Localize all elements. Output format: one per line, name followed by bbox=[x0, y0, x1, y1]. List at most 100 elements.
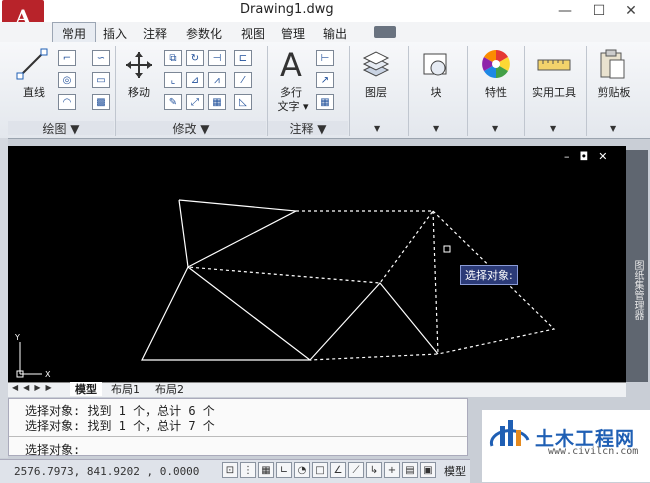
previous-layout-icon[interactable]: ◀ bbox=[23, 383, 29, 392]
next-layout-icon[interactable]: ▶ bbox=[34, 383, 40, 392]
arc-icon[interactable]: ◠ bbox=[58, 94, 76, 110]
chevron-down-icon[interactable]: ▼ bbox=[433, 124, 439, 133]
line-tool-label: 直线 bbox=[23, 86, 45, 99]
rectangle-icon[interactable]: ▭ bbox=[92, 72, 110, 88]
ucs-x-label: X bbox=[45, 370, 51, 379]
cursor-coordinates[interactable]: 2576.7973, 841.9202 , 0.0000 bbox=[14, 465, 199, 478]
snap-mode-icon[interactable]: ⋮ bbox=[240, 462, 256, 478]
infer-constraints-icon[interactable]: ⊡ bbox=[222, 462, 238, 478]
panel-divider bbox=[467, 46, 468, 136]
command-window: 选择对象: 找到 1 个，总计 6 个 选择对象: 找到 1 个，总计 7 个 … bbox=[8, 398, 468, 458]
viewport-minimize-button[interactable]: – bbox=[564, 150, 570, 163]
circle-icon[interactable]: ◎ bbox=[58, 72, 76, 88]
solid-polyline bbox=[141, 266, 312, 361]
dynamic-input-tooltip: 选择对象: bbox=[460, 265, 518, 285]
modify-panel-label[interactable]: 修改 ▼ bbox=[116, 121, 266, 136]
scale-icon[interactable]: ⤢ bbox=[186, 94, 204, 110]
clipboard-button[interactable] bbox=[598, 48, 628, 80]
move-tool-button[interactable] bbox=[122, 50, 156, 84]
last-layout-icon[interactable]: ▶ bbox=[45, 383, 51, 392]
tab-annotate[interactable]: 注释 bbox=[138, 24, 172, 42]
tab-output[interactable]: 输出 bbox=[318, 24, 352, 42]
properties-button[interactable] bbox=[480, 48, 512, 80]
command-divider bbox=[9, 436, 467, 437]
rotate-icon[interactable]: ↻ bbox=[186, 50, 204, 66]
layers-button[interactable] bbox=[360, 50, 392, 82]
mirror-icon[interactable]: ⩘ bbox=[208, 72, 226, 88]
selected-dashed-polyline bbox=[309, 210, 439, 361]
chevron-down-icon[interactable]: ▼ bbox=[492, 124, 498, 133]
explode-icon[interactable]: ⁄ bbox=[234, 72, 252, 88]
model-space-toggle[interactable]: 模型 bbox=[444, 463, 466, 479]
layers-icon bbox=[362, 51, 390, 77]
tab-manage[interactable]: 管理 bbox=[276, 24, 310, 42]
move-tool-label: 移动 bbox=[128, 86, 150, 99]
copy-icon[interactable]: ⧉ bbox=[164, 50, 182, 66]
polar-tracking-icon[interactable]: ◔ bbox=[294, 462, 310, 478]
ortho-mode-icon[interactable]: ∟ bbox=[276, 462, 292, 478]
dynamic-input-icon[interactable]: + bbox=[384, 462, 400, 478]
object-snap-tracking-icon[interactable]: ⟋ bbox=[348, 462, 364, 478]
line-tool-button[interactable] bbox=[14, 48, 54, 84]
civilcn-logo-icon bbox=[489, 420, 530, 447]
multiline-text-icon[interactable]: A bbox=[276, 46, 306, 84]
first-layout-icon[interactable]: ◀ bbox=[12, 383, 18, 392]
quick-properties-icon[interactable]: ▣ bbox=[420, 462, 436, 478]
watermark-logo bbox=[488, 416, 532, 459]
object-snap-icon[interactable]: □ bbox=[312, 462, 328, 478]
table-icon[interactable]: ▦ bbox=[316, 94, 334, 110]
move-icon bbox=[126, 52, 152, 78]
chevron-down-icon[interactable]: ▼ bbox=[610, 124, 616, 133]
clipboard-label: 剪贴板 bbox=[597, 86, 631, 99]
tab-layout2[interactable]: 布局2 bbox=[150, 382, 189, 396]
pickbox-cursor bbox=[443, 245, 451, 253]
3d-object-snap-icon[interactable]: ∠ bbox=[330, 462, 346, 478]
maximize-button[interactable]: ☐ bbox=[582, 0, 616, 22]
hatch-icon[interactable]: ▩ bbox=[92, 94, 110, 110]
close-button[interactable]: ✕ bbox=[614, 0, 648, 22]
tab-model[interactable]: 模型 bbox=[70, 382, 102, 396]
offset-icon[interactable]: ⊏ bbox=[234, 50, 252, 66]
selected-dashed-polyline bbox=[187, 210, 435, 284]
utilities-label: 实用工具 bbox=[532, 86, 576, 99]
tab-view[interactable]: 视图 bbox=[236, 24, 270, 42]
chevron-down-icon[interactable]: ▼ bbox=[374, 124, 380, 133]
viewport-close-button[interactable]: ✕ bbox=[598, 150, 607, 163]
ribbon-minimize-toggle[interactable] bbox=[374, 26, 396, 38]
dimension-icon[interactable]: ⊢ bbox=[316, 50, 334, 66]
polyline-icon[interactable]: ⌐ bbox=[58, 50, 76, 66]
spline-icon[interactable]: ∽ bbox=[92, 50, 110, 66]
multiline-text-label-line2[interactable]: 文字 ▾ bbox=[272, 98, 314, 114]
chamfer-icon[interactable]: ◺ bbox=[234, 94, 252, 110]
grid-display-icon[interactable]: ▦ bbox=[258, 462, 274, 478]
block-button[interactable] bbox=[420, 50, 452, 82]
layers-label: 图层 bbox=[365, 86, 387, 99]
tab-layout1[interactable]: 布局1 bbox=[106, 382, 145, 396]
solid-polyline bbox=[309, 282, 439, 361]
chevron-down-icon[interactable]: ▼ bbox=[550, 124, 556, 133]
annotation-panel-label[interactable]: 注释 ▼ bbox=[268, 121, 348, 136]
trim-icon[interactable]: ⊣ bbox=[208, 50, 226, 66]
ruler-icon bbox=[537, 59, 571, 71]
drawing-geometry: Y X bbox=[14, 199, 556, 379]
stretch-icon[interactable]: ⊿ bbox=[186, 72, 204, 88]
utilities-button[interactable] bbox=[536, 56, 572, 76]
minimize-button[interactable]: — bbox=[548, 0, 582, 22]
command-input-line[interactable]: 选择对象: bbox=[25, 441, 80, 458]
viewport-controls: – ◘ ✕ bbox=[564, 150, 607, 163]
draw-panel-label[interactable]: 绘图 ▼ bbox=[8, 121, 114, 136]
fillet-icon[interactable]: ⌞ bbox=[164, 72, 182, 88]
drawing-canvas[interactable]: Y X – ◘ ✕ bbox=[8, 146, 626, 382]
sheet-set-manager-palette[interactable]: 图纸集管理器 bbox=[626, 150, 648, 382]
erase-icon[interactable]: ✎ bbox=[164, 94, 182, 110]
tab-parametric[interactable]: 参数化 bbox=[180, 24, 228, 42]
solid-polyline bbox=[178, 199, 299, 268]
lineweight-icon[interactable]: ▤ bbox=[402, 462, 418, 478]
tab-home[interactable]: 常用 bbox=[52, 22, 96, 43]
array-icon[interactable]: ▦ bbox=[208, 94, 226, 110]
leader-icon[interactable]: ↗ bbox=[316, 72, 334, 88]
tab-insert[interactable]: 插入 bbox=[98, 24, 132, 42]
dynamic-ucs-icon[interactable]: ↳ bbox=[366, 462, 382, 478]
viewport-restore-button[interactable]: ◘ bbox=[580, 150, 589, 163]
ucs-icon bbox=[16, 342, 42, 378]
